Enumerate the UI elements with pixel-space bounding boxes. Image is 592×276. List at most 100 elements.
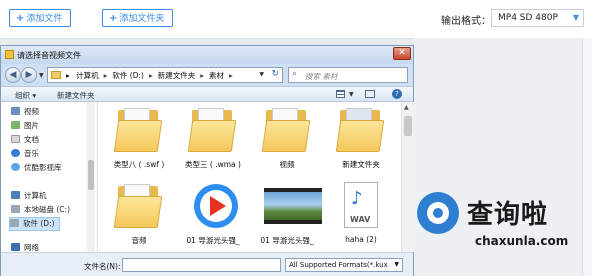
file-name: 01 导游光头强_ (260, 236, 314, 245)
file-item[interactable]: 类型八 ( .swf ) (104, 104, 170, 174)
close-button[interactable]: ✕ (393, 47, 411, 60)
breadcrumb-item-new-folder[interactable]: 新建文件夹 (158, 71, 196, 80)
folder-icon (261, 106, 311, 156)
chevron-down-icon[interactable]: ▼ (349, 91, 354, 98)
file-item[interactable]: 新建文件夹 (326, 104, 392, 174)
wav-label: WAV (350, 215, 371, 224)
chevron-down-icon: ▼ (572, 13, 579, 22)
navigation-pane: 视频 图片 文档 音乐 优酷影视库 计算机 本地磁盘 (C:) 软件 (D:) … (1, 102, 98, 252)
dialog-title: 请选择音视频文件 (17, 51, 81, 60)
folder-icon (335, 106, 385, 156)
history-dropdown-icon[interactable]: ▼ (39, 72, 44, 79)
video-thumbnail-icon (264, 182, 322, 232)
watermark-domain: chaxunla.com (475, 234, 569, 248)
output-format-label: 输出格式： (441, 16, 491, 27)
nav-item-documents[interactable]: 文档 (11, 134, 39, 146)
file-item[interactable]: 音频 (104, 180, 170, 250)
computer-icon (11, 191, 20, 199)
address-row: ◀ ▶ ▼ ▸ 计算机 ▸ 软件 (D:) ▸ 新建文件夹 ▸ 素材 ▸ ▼ ↻ ⌕ 搜索 素… (1, 64, 413, 86)
watermark: 查询啦 chaxunla.com (415, 190, 587, 250)
search-input[interactable]: ⌕ 搜索 素材 (288, 67, 408, 83)
search-icon: ⌕ (292, 69, 298, 79)
filename-input[interactable] (122, 258, 281, 272)
breadcrumb-sep: ▸ (229, 71, 233, 80)
file-name: 类型八 ( .swf ) (113, 160, 165, 169)
organize-button[interactable]: 组织 ▾ (15, 90, 36, 101)
youku-library-icon (11, 163, 20, 171)
chevron-down-icon: ▼ (394, 261, 399, 268)
file-type-select[interactable]: All Supported Formats(*.kux ▼ (285, 258, 403, 272)
file-name: 01 导游光头强_ (186, 236, 240, 245)
nav-item-computer[interactable]: 计算机 (11, 190, 47, 202)
dialog-title-bar[interactable]: 请选择音视频文件 ✕ (1, 46, 413, 64)
pictures-library-icon (11, 121, 20, 129)
drive-c-icon (11, 205, 20, 213)
file-item[interactable]: 视频 (252, 104, 318, 174)
add-file-button[interactable]: + 添加文件 (9, 9, 72, 27)
file-item[interactable]: 类型三 ( .wma ) (178, 104, 244, 174)
refresh-icon[interactable]: ↻ (271, 69, 279, 79)
file-name: 音频 (131, 236, 147, 245)
file-name: 新建文件夹 (342, 160, 380, 169)
app-toolbar: + 添加文件 + 添加文件夹 输出格式： MP4 SD 480P ▼ (0, 0, 592, 39)
nav-item-drive-d[interactable]: 软件 (D:) (9, 217, 60, 231)
plus-icon: + (109, 13, 118, 24)
file-name: 类型三 ( .wma ) (185, 160, 241, 169)
file-name: haha (2) (345, 235, 377, 244)
nav-item-music[interactable]: 音乐 (11, 148, 39, 160)
address-bar[interactable]: ▸ 计算机 ▸ 软件 (D:) ▸ 新建文件夹 ▸ 素材 ▸ ▼ ↻ (47, 67, 283, 83)
folder-icon (113, 182, 163, 232)
breadcrumb: ▸ 计算机 ▸ 软件 (D:) ▸ 新建文件夹 ▸ 素材 ▸ (66, 70, 238, 81)
forward-arrow-icon[interactable]: ▶ (21, 67, 37, 83)
nav-item-youku[interactable]: 优酷影视库 (11, 162, 62, 174)
watermark-text: 查询啦 (467, 200, 549, 230)
file-item[interactable]: 01 导游光头强_ (252, 180, 322, 250)
music-library-icon (11, 149, 20, 157)
breadcrumb-sep: ▸ (103, 71, 108, 80)
file-item[interactable]: ♪ WAV haha (2) (326, 180, 392, 250)
preview-pane-icon[interactable] (365, 90, 375, 98)
file-list-scrollbar[interactable]: ▲ (401, 102, 414, 252)
video-player-icon (190, 182, 238, 232)
dialog-footer: 文件名(N): All Supported Formats(*.kux ▼ (1, 252, 413, 276)
file-list: 类型八 ( .swf ) 类型三 ( .wma ) 视频 新建文件夹 音频 01… (98, 102, 401, 252)
video-library-icon (11, 107, 20, 115)
plus-icon: + (16, 13, 25, 24)
address-dropdown-icon[interactable]: ▼ (259, 71, 264, 78)
breadcrumb-sep: ▸ (148, 71, 153, 80)
nav-scrollbar[interactable] (87, 102, 95, 252)
scrollbar-thumb[interactable] (404, 116, 412, 136)
music-note-icon: ♪ (351, 188, 363, 209)
drive-d-icon (10, 219, 19, 227)
view-options-icon[interactable] (336, 90, 345, 98)
folder-icon (113, 106, 163, 156)
file-name: 视频 (279, 160, 295, 169)
nav-scrollbar-thumb[interactable] (88, 160, 94, 190)
breadcrumb-item-computer[interactable]: 计算机 (76, 71, 99, 80)
breadcrumb-sep: ▸ (66, 71, 70, 80)
folder-icon (187, 106, 237, 156)
filename-label: 文件名(N): (84, 262, 121, 271)
nav-item-drive-c[interactable]: 本地磁盘 (C:) (11, 204, 70, 216)
breadcrumb-sep: ▸ (200, 71, 204, 80)
file-item[interactable]: 01 导游光头强_ (178, 180, 244, 250)
back-arrow-icon[interactable]: ◀ (5, 67, 21, 83)
help-icon[interactable]: ? (392, 89, 402, 99)
audio-file-icon: ♪ WAV (338, 182, 384, 232)
nav-item-video[interactable]: 视频 (11, 106, 39, 118)
folder-icon (51, 71, 61, 79)
app-icon (5, 50, 14, 59)
dialog-toolbar: 组织 ▾ 新建文件夹 ▼ ? (1, 86, 413, 102)
new-folder-button[interactable]: 新建文件夹 (57, 90, 95, 101)
breadcrumb-item-drive-d[interactable]: 软件 (D:) (112, 71, 144, 80)
documents-library-icon (11, 135, 20, 143)
nav-item-pictures[interactable]: 图片 (11, 120, 39, 132)
watermark-logo-icon (417, 192, 459, 234)
output-format-select[interactable]: MP4 SD 480P ▼ (491, 9, 584, 27)
breadcrumb-item-material[interactable]: 素材 (209, 71, 224, 80)
scroll-up-icon[interactable]: ▲ (404, 104, 409, 111)
add-folder-button[interactable]: + 添加文件夹 (102, 9, 174, 27)
network-icon (11, 243, 20, 251)
open-file-dialog: 请选择音视频文件 ✕ ◀ ▶ ▼ ▸ 计算机 ▸ 软件 (D:) ▸ 新建文件夹 ▸ 素材 ▸… (0, 45, 414, 276)
search-placeholder: 搜索 素材 (305, 72, 338, 81)
